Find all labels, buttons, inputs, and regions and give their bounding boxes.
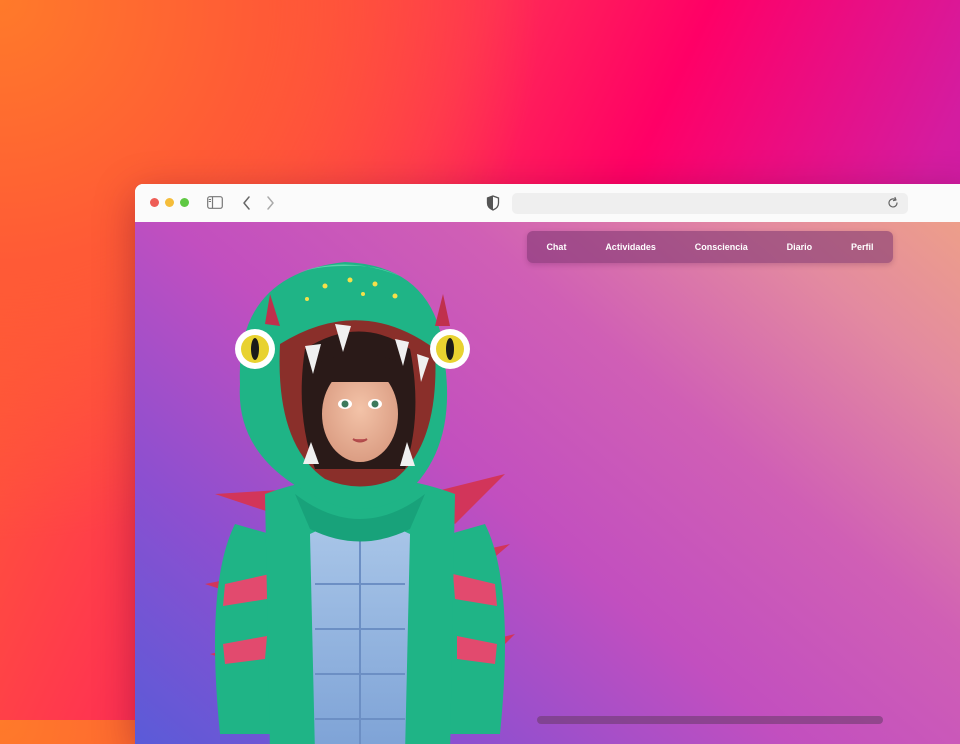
browser-window: Chat Actividades Consciencia Diario Perf… (135, 184, 960, 744)
main-nav: Chat Actividades Consciencia Diario Perf… (527, 231, 893, 263)
browser-toolbar (135, 184, 960, 223)
web-content: Chat Actividades Consciencia Diario Perf… (135, 222, 960, 744)
chevron-left-icon[interactable] (241, 195, 253, 211)
maximize-window-button[interactable] (180, 198, 189, 207)
address-bar[interactable] (512, 193, 908, 214)
shield-icon[interactable] (486, 195, 500, 211)
avatar-3d-character[interactable] (195, 254, 525, 744)
minimize-window-button[interactable] (165, 198, 174, 207)
nav-item-diario[interactable]: Diario (787, 242, 813, 252)
nav-item-actividades[interactable]: Actividades (605, 242, 656, 252)
sidebar-icon[interactable] (207, 196, 223, 209)
chevron-right-icon[interactable] (264, 195, 276, 211)
close-window-button[interactable] (150, 198, 159, 207)
nav-item-perfil[interactable]: Perfil (851, 242, 874, 252)
bottom-input-bar[interactable] (537, 716, 883, 724)
reload-icon[interactable] (886, 196, 900, 210)
nav-item-consciencia[interactable]: Consciencia (695, 242, 748, 252)
nav-item-chat[interactable]: Chat (546, 242, 566, 252)
